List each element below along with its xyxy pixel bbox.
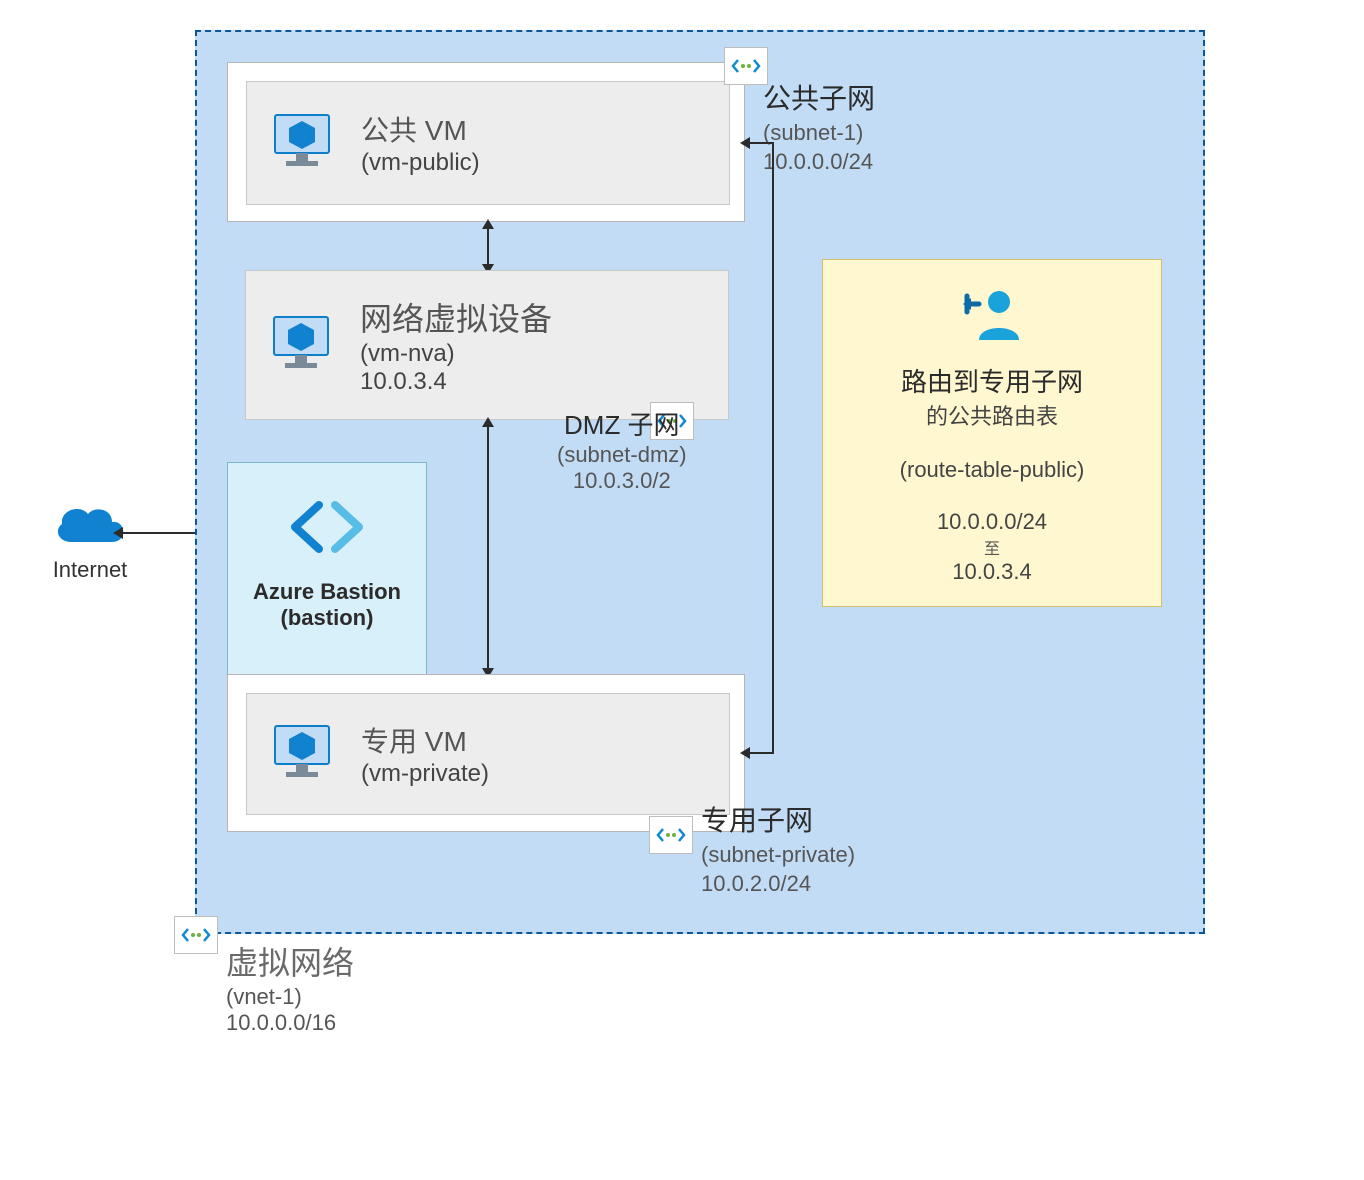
subnet-public: 公共 VM (vm-public) xyxy=(227,62,745,222)
subnet-public-cidr: 10.0.0.0/24 xyxy=(763,147,875,177)
vm-icon xyxy=(267,111,337,176)
route-sub1: 的公共路由表 xyxy=(841,399,1143,431)
vm-nva-ip: 10.0.3.4 xyxy=(360,368,552,396)
internet-block: Internet xyxy=(25,496,155,583)
user-route-icon xyxy=(961,286,1023,346)
vnet-name: (vnet-1) xyxy=(226,984,354,1010)
subnet-dmz-label: DMZ 子网 (subnet-dmz) 10.0.3.0/2 xyxy=(557,405,687,494)
vnet-title: 虚拟网络 xyxy=(226,938,354,984)
bastion-icon xyxy=(283,497,371,557)
route-title: 路由到专用子网 xyxy=(841,362,1143,399)
subnet-dmz-name: (subnet-dmz) xyxy=(557,442,687,468)
internet-label: Internet xyxy=(25,557,155,583)
vm-private-text: 专用 VM (vm-private) xyxy=(361,720,489,788)
route-from: 10.0.0.0/24 xyxy=(841,509,1143,535)
network-badge-icon xyxy=(649,816,693,854)
cloud-icon xyxy=(50,496,130,551)
subnet-private-title: 专用子网 xyxy=(701,802,855,840)
route-name: (route-table-public) xyxy=(841,457,1143,483)
arrow-head-left xyxy=(740,747,750,759)
bastion-title: Azure Bastion xyxy=(228,579,426,605)
vm-private-box: 专用 VM (vm-private) xyxy=(246,693,730,815)
vm-nva-name: (vm-nva) xyxy=(360,340,552,368)
bastion-name: (bastion) xyxy=(228,605,426,631)
arrow-head-left xyxy=(113,527,123,539)
subnet-private: 专用 VM (vm-private) xyxy=(227,674,745,832)
arrow-public-nva xyxy=(487,225,489,267)
arrow-head-up xyxy=(482,417,494,427)
vm-nva-title: 网络虚拟设备 xyxy=(360,294,552,340)
arrow-nva-private xyxy=(487,423,489,671)
subnet-public-name: (subnet-1) xyxy=(763,118,875,148)
connector-line xyxy=(772,142,774,752)
subnet-dmz-title: DMZ 子网 xyxy=(557,405,687,442)
network-badge-icon xyxy=(174,916,218,954)
subnet-private-label: 专用子网 (subnet-private) 10.0.2.0/24 xyxy=(701,802,855,899)
bastion-box: Azure Bastion (bastion) xyxy=(227,462,427,702)
network-badge-icon xyxy=(724,47,768,85)
subnet-private-name: (subnet-private) xyxy=(701,840,855,870)
vm-nva-box: 网络虚拟设备 (vm-nva) 10.0.3.4 xyxy=(245,270,729,420)
vm-public-text: 公共 VM (vm-public) xyxy=(361,109,480,177)
vm-icon xyxy=(266,313,336,378)
vm-public-title: 公共 VM xyxy=(361,109,480,149)
vm-icon xyxy=(267,722,337,787)
virtual-network: 公共 VM (vm-public) 公共子网 (subnet-1) 10.0.0… xyxy=(195,30,1205,934)
vnet-cidr: 10.0.0.0/16 xyxy=(226,1010,354,1036)
subnet-public-label: 公共子网 (subnet-1) 10.0.0.0/24 xyxy=(763,80,875,177)
arrow-head-left xyxy=(740,137,750,149)
subnet-public-title: 公共子网 xyxy=(763,80,875,118)
vnet-label: 虚拟网络 (vnet-1) 10.0.0.0/16 xyxy=(226,938,354,1036)
arrow-head-up xyxy=(482,219,494,229)
subnet-dmz-cidr: 10.0.3.0/2 xyxy=(557,468,687,494)
subnet-private-cidr: 10.0.2.0/24 xyxy=(701,869,855,899)
route-table-box: 路由到专用子网 的公共路由表 (route-table-public) 10.0… xyxy=(822,259,1162,607)
route-to-label: 至 xyxy=(841,535,1143,559)
route-to: 10.0.3.4 xyxy=(841,559,1143,585)
vm-private-title: 专用 VM xyxy=(361,720,489,760)
vm-private-name: (vm-private) xyxy=(361,760,489,788)
vm-public-name: (vm-public) xyxy=(361,149,480,177)
vm-nva-text: 网络虚拟设备 (vm-nva) 10.0.3.4 xyxy=(360,294,552,396)
vm-public-box: 公共 VM (vm-public) xyxy=(246,81,730,205)
